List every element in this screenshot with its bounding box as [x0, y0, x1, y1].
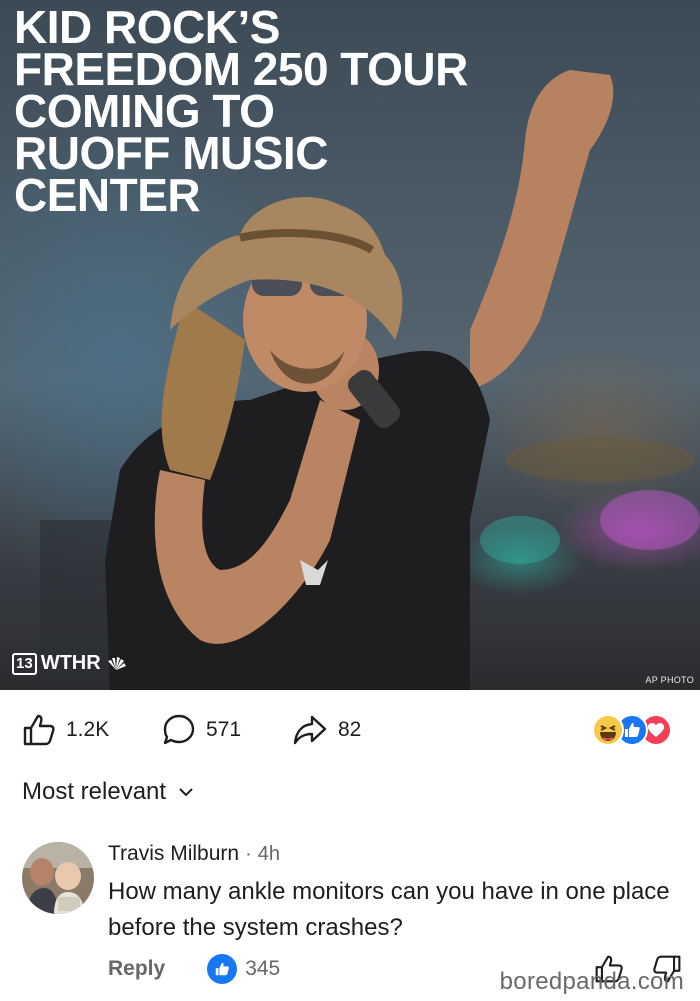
headline-line-2: FREEDOM 250 TOUR — [14, 43, 468, 95]
comment-button[interactable]: 571 — [162, 706, 241, 754]
reaction-summary[interactable] — [592, 714, 682, 746]
share-count: 82 — [338, 718, 362, 741]
comment-actions: Reply 345 — [108, 954, 280, 984]
headline-line-1: KID ROCK’S — [14, 1, 280, 53]
peacock-icon — [107, 656, 126, 670]
share-arrow-icon — [293, 715, 327, 745]
headline-line-5: CENTER — [14, 169, 201, 221]
watermark: boredpanda.com — [499, 968, 684, 995]
like-button[interactable]: 1.2K — [22, 706, 109, 754]
comment-header: Travis Milburn · 4h — [108, 842, 280, 866]
reply-button[interactable]: Reply — [108, 957, 165, 981]
logo-number: 13 — [12, 652, 37, 675]
post-image[interactable]: KID ROCK’S FREEDOM 250 TOUR COMING TO RU… — [0, 0, 700, 690]
like-badge-icon — [207, 954, 238, 984]
comment-author[interactable]: Travis Milburn — [108, 842, 239, 866]
like-count: 1.2K — [66, 718, 110, 741]
chevron-down-icon — [179, 788, 193, 797]
comment-like-count: 345 — [245, 957, 281, 980]
comment-bubble-icon — [163, 714, 195, 745]
comment-text: How many ankle monitors can you have in … — [108, 878, 670, 941]
separator-dot: · — [245, 843, 252, 865]
comment-sort-dropdown[interactable]: Most relevant — [22, 778, 194, 806]
photo-credit: AP PHOTO — [645, 675, 694, 685]
headline-line-4: RUOFF MUSIC — [14, 127, 328, 179]
avatar[interactable] — [22, 842, 94, 914]
logo-text: WTHR — [40, 652, 101, 674]
headline-line-3: COMING TO — [14, 85, 275, 137]
comment-count: 571 — [206, 718, 242, 741]
thumbs-up-icon — [23, 714, 55, 746]
headline: KID ROCK’S FREEDOM 250 TOUR COMING TO RU… — [14, 1, 614, 221]
sort-label: Most relevant — [22, 778, 167, 805]
station-logo: 13 WTHR — [12, 652, 127, 675]
haha-icon — [592, 714, 624, 746]
post-action-bar: 1.2K 571 82 — [0, 706, 700, 754]
comment-timestamp[interactable]: 4h — [258, 843, 280, 866]
share-button[interactable]: 82 — [292, 706, 361, 754]
comment-like-summary[interactable]: 345 — [207, 954, 280, 984]
